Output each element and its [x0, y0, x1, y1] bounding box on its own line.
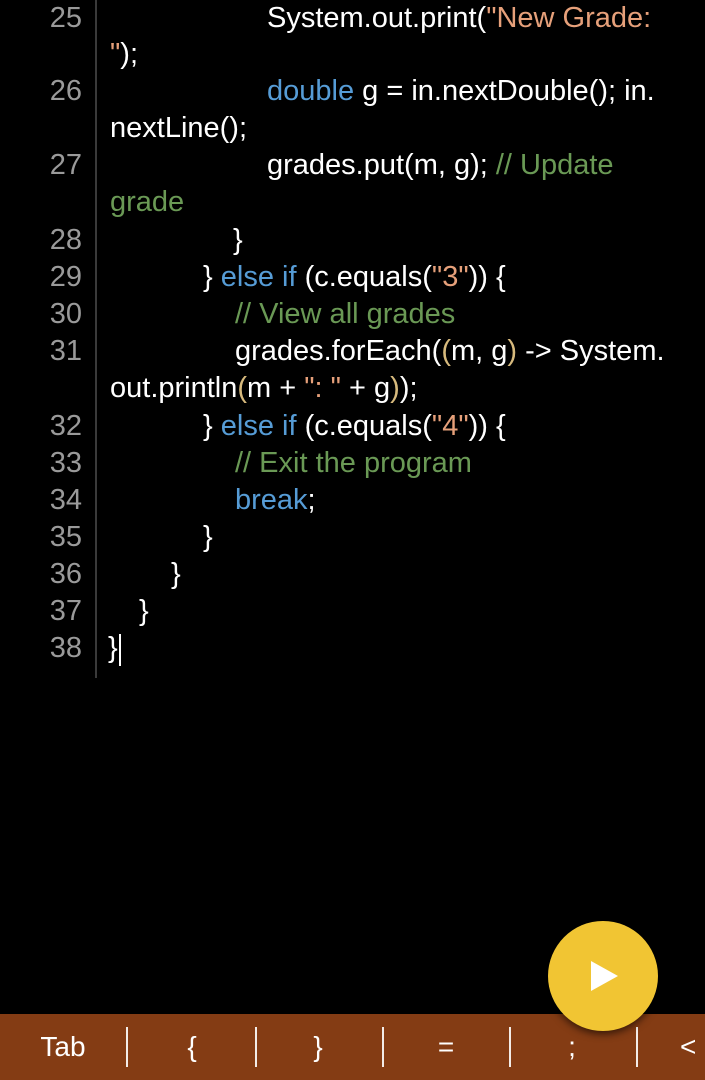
key-separator [509, 1027, 511, 1067]
line-number: 27 [49, 149, 82, 181]
key-open-brace[interactable]: { [150, 1014, 234, 1080]
code-line: System.out.print("New Grade: [267, 2, 652, 34]
code-line: grades.forEach((m, g) -> System. [235, 335, 665, 367]
code-line: } [139, 595, 149, 627]
code-line-wrap: "); [110, 38, 139, 70]
line-number: 25 [49, 2, 82, 34]
key-separator [255, 1027, 257, 1067]
code-line: } [233, 224, 243, 256]
code-line: double g = in.nextDouble(); in. [267, 75, 655, 107]
code-line-wrap: out.println(m + ": " + g)); [110, 372, 418, 404]
text-cursor [119, 634, 121, 666]
code-line: break; [235, 484, 316, 516]
line-number: 35 [49, 521, 82, 553]
code-line: grades.put(m, g); // Update [267, 149, 614, 181]
line-number: 28 [49, 224, 82, 256]
line-number: 38 [49, 632, 82, 664]
key-close-brace[interactable]: } [276, 1014, 360, 1080]
line-number: 34 [49, 484, 82, 516]
line-number: 32 [49, 410, 82, 442]
line-number: 33 [49, 447, 82, 479]
line-number: 29 [49, 261, 82, 293]
run-button[interactable] [548, 921, 658, 1031]
code-editor[interactable]: 25 26 27 28 29 30 31 32 33 34 35 36 37 3… [0, 0, 705, 1014]
line-number: 30 [49, 298, 82, 330]
code-line-wrap: grade [110, 186, 185, 218]
key-less-than[interactable]: < [680, 1014, 705, 1080]
gutter-divider [95, 0, 97, 678]
code-line: } [203, 521, 213, 553]
key-tab[interactable]: Tab [20, 1014, 106, 1080]
line-number: 26 [49, 75, 82, 107]
code-line: } else if (c.equals("3")) { [203, 261, 506, 293]
line-number: 37 [49, 595, 82, 627]
code-line: } [171, 558, 181, 590]
key-separator [636, 1027, 638, 1067]
code-line: // View all grades [235, 298, 456, 330]
key-equals[interactable]: = [404, 1014, 488, 1080]
code-line: } [108, 632, 118, 664]
play-icon [591, 961, 618, 991]
code-line: // Exit the program [235, 447, 472, 479]
line-number: 36 [49, 558, 82, 590]
code-line-wrap: nextLine(); [110, 112, 248, 144]
key-separator [382, 1027, 384, 1067]
code-line: } else if (c.equals("4")) { [203, 410, 506, 442]
line-number: 31 [49, 335, 82, 367]
key-separator [126, 1027, 128, 1067]
